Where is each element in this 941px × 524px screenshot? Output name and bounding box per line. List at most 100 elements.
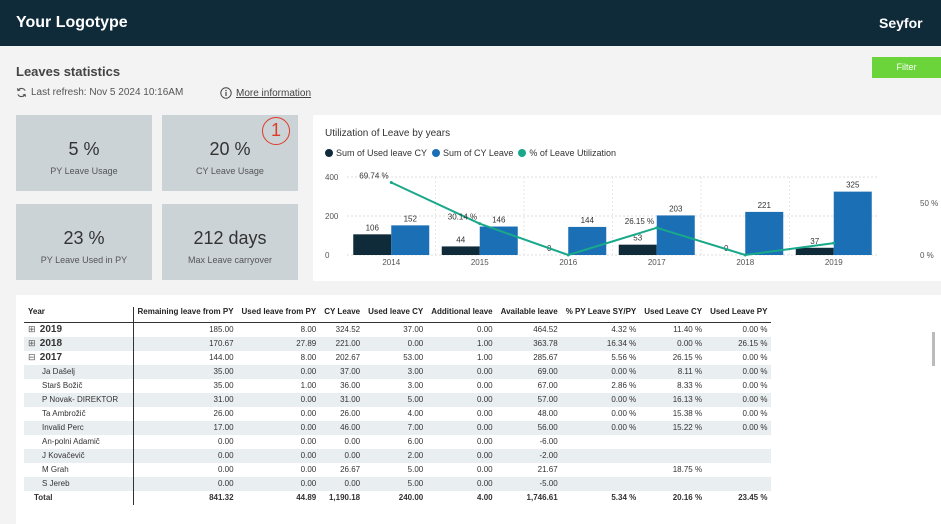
table-cell: 1.00 <box>427 336 497 351</box>
table-cell: 0.00 <box>133 476 238 491</box>
table-cell: 4.32 % <box>611 325 637 335</box>
table-cell: 16.34 % <box>561 336 641 351</box>
table-cell <box>640 448 707 463</box>
bar-cy-leave <box>656 215 695 255</box>
table-cell: 0.00 % <box>742 381 768 390</box>
table-cell: 0.00 <box>320 476 365 491</box>
bar-label-used: 106 <box>366 223 380 232</box>
table-cell: 8.11 % <box>640 364 707 379</box>
legend-utilization[interactable]: % of Leave Utilization <box>529 148 616 158</box>
table-cell: 185.00 <box>209 325 234 335</box>
table-cell: 0.00 <box>300 437 317 446</box>
col-used-leave-cy[interactable]: Used leave CY <box>364 307 428 323</box>
col-used-leave-cy-pct[interactable]: Used Leave CY <box>640 307 707 323</box>
bar-cy-leave <box>833 191 872 255</box>
row-label: ⊞ 2018 <box>24 336 134 351</box>
table-cell: 37.00 <box>403 325 424 335</box>
table-scrollbar[interactable] <box>932 332 935 366</box>
table-cell: 0.00 <box>477 381 493 390</box>
table-cell <box>561 448 641 463</box>
y-tick-label: 0 <box>325 251 330 260</box>
table-cell: 0.00 <box>237 476 321 491</box>
table-cell: 26.00 <box>213 409 234 418</box>
table-cell <box>640 435 706 449</box>
legend-cy-leave[interactable]: Sum of CY Leave <box>443 148 513 158</box>
row-label-text: An-polni Adamič <box>42 437 100 446</box>
expand-icon[interactable]: ⊞ <box>28 338 37 349</box>
utilization-point <box>832 241 836 245</box>
row-label-text: 2017 <box>39 352 63 363</box>
kpi-py-leave-usage: 5 % PY Leave Usage <box>16 115 152 191</box>
filter-button[interactable]: Filter <box>872 57 941 78</box>
table-header-row: Year Remaining leave from PY Used leave … <box>24 307 772 323</box>
table-cell <box>640 476 707 491</box>
table-cell: 0.00 <box>477 437 493 446</box>
table-cell: 5.34 % <box>611 493 637 502</box>
more-info-text[interactable]: More information <box>236 88 311 99</box>
row-label-text: Total <box>34 493 53 502</box>
table-cell: 26.67 <box>340 465 361 474</box>
col-additional-leave[interactable]: Additional leave <box>427 307 497 323</box>
bar-label-cy: 144 <box>581 216 595 225</box>
y-tick-label: 200 <box>325 212 339 221</box>
bar-label-cy: 221 <box>758 201 772 210</box>
col-available-leave[interactable]: Available leave <box>496 307 562 323</box>
table-cell: 0.00 % <box>611 409 637 418</box>
kpi-max-leave-carryover: 212 days Max Leave carryover <box>162 204 298 280</box>
table-cell: 37.00 <box>320 364 365 379</box>
table-cell: 69.00 <box>496 364 562 379</box>
col-remaining-py[interactable]: Remaining leave from PY <box>133 307 238 323</box>
table-row: An-polni Adamič 0.00 0.00 0.00 6.00 0.00 -6.00 <box>24 434 771 449</box>
row-label: Starš Božič <box>24 378 134 393</box>
row-label-text: M Grah <box>42 465 69 474</box>
row-label: P Novak- DIREKTOR <box>24 392 134 407</box>
table-row: ⊞ 2019 185.00 8.00 324.52 37.00 0.00 464.52 4.3… <box>24 322 771 337</box>
table-cell: 464.52 <box>533 325 558 335</box>
chart-title: Utilization of Leave by years <box>325 128 451 139</box>
bar-label-cy: 146 <box>492 216 506 225</box>
bar-cy-leave <box>745 211 784 255</box>
table-cell: 1,746.61 <box>526 493 558 502</box>
table-cell: 5.00 <box>407 465 424 474</box>
row-label-text: 2019 <box>39 324 63 336</box>
more-info-link[interactable]: More information <box>220 87 311 99</box>
table-cell: 0.00 <box>237 364 321 379</box>
table-row: J Kovačevič 0.00 0.00 0.00 2.00 0.00 -2.00 <box>24 448 772 463</box>
kpi-label: Max Leave carryover <box>187 255 273 265</box>
refresh-icon[interactable] <box>16 87 27 98</box>
collapse-icon[interactable]: ⊟ <box>28 352 37 363</box>
table-cell <box>706 463 771 477</box>
table-cell: 17.00 <box>133 420 238 435</box>
table-cell: 7.00 <box>364 420 428 435</box>
col-used-leave-py-pct[interactable]: Used Leave PY <box>706 307 772 323</box>
col-year[interactable]: Year <box>24 307 134 323</box>
col-used-from-py[interactable]: Used leave from PY <box>237 307 321 323</box>
leave-table: Year Remaining leave from PY Used leave … <box>24 307 772 505</box>
table-cell <box>562 435 641 449</box>
table-cell: 0.00 % <box>742 353 768 362</box>
table-cell: 26.00 <box>340 409 361 418</box>
table-cell: 18.75 % <box>672 465 703 474</box>
col-pct-py-leave[interactable]: % PY Leave SY/PY <box>561 307 641 323</box>
table-cell: 44.89 <box>296 493 317 502</box>
table-cell: 4.00 <box>407 409 424 418</box>
bar-label-used: 44 <box>456 235 465 244</box>
table-cell: 4.00 <box>477 493 493 502</box>
x-tick-label: 2015 <box>471 258 489 267</box>
table-row: M Grah 0.00 0.00 26.67 5.00 0.00 21.67 18.75 % <box>24 462 771 477</box>
utilization-point <box>566 253 570 257</box>
expand-icon[interactable]: ⊞ <box>28 324 37 335</box>
table-cell: 8.33 % <box>677 381 703 390</box>
x-tick-label: 2019 <box>825 258 843 267</box>
legend-used-leave[interactable]: Sum of Used leave CY <box>336 148 427 158</box>
row-label: J Kovačevič <box>24 448 134 463</box>
utilization-point <box>743 253 747 257</box>
row-label-text: J Kovačevič <box>42 451 85 460</box>
table-cell: 11.40 % <box>673 325 703 335</box>
col-cy-leave[interactable]: CY Leave <box>320 307 365 323</box>
x-tick-label: 2014 <box>382 258 400 267</box>
table-cell: 6.00 <box>407 437 424 446</box>
row-label-text: Ta Ambrožič <box>42 409 86 418</box>
kpi-value: 212 days <box>193 228 267 248</box>
row-label-text: Starš Božič <box>42 381 83 390</box>
